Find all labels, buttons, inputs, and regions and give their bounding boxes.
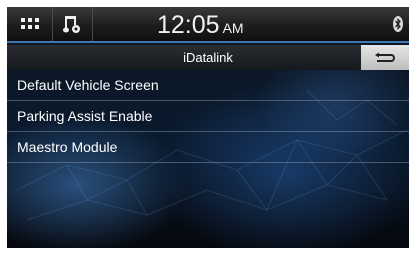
list-item-parking-assist-enable[interactable]: Parking Assist Enable [7,101,409,132]
grid-menu-icon [20,18,39,29]
clock-time: 12:05 [157,11,220,39]
back-button[interactable] [361,45,409,70]
list-item-label: Default Vehicle Screen [17,77,159,93]
head-unit-screen: 12:05 AM iDatalink Default Vehicle Screen… [7,7,409,248]
menu-button[interactable] [7,7,53,41]
page-title: iDatalink [183,50,233,65]
bluetooth-icon [393,16,403,32]
list-item-maestro-module[interactable]: Maestro Module [7,132,409,163]
list-item-label: Maestro Module [17,139,118,155]
music-settings-icon [63,16,80,33]
settings-list: Default Vehicle Screen Parking Assist En… [7,70,409,163]
list-item-label: Parking Assist Enable [17,108,153,124]
title-bar: iDatalink [7,45,409,70]
clock-ampm: AM [222,20,244,36]
back-arrow-icon [375,52,395,62]
clock: 12:05 AM [157,11,287,39]
list-item-default-vehicle-screen[interactable]: Default Vehicle Screen [7,70,409,101]
music-button[interactable] [52,7,93,41]
status-bar: 12:05 AM [7,7,409,43]
